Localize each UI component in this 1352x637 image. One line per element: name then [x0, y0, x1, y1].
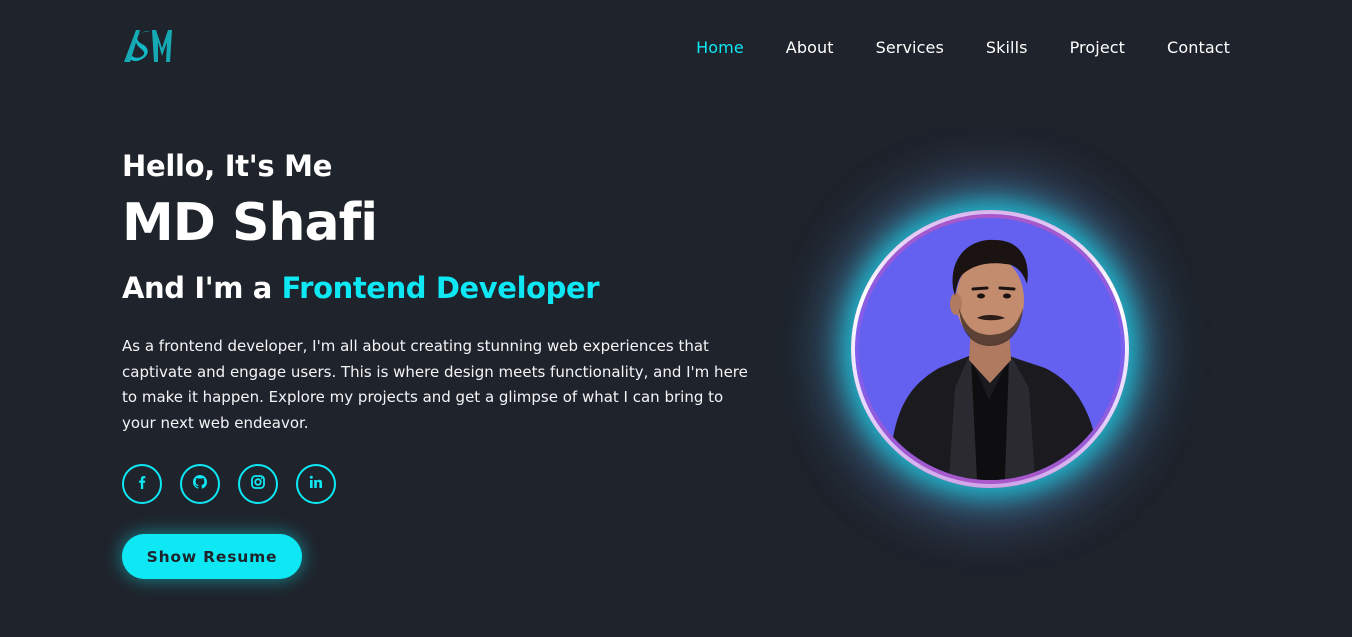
- hero-section: Hello, It's Me MD Shafi And I'm a Fronte…: [122, 146, 762, 436]
- linkedin-icon: [308, 474, 324, 494]
- linkedin-link[interactable]: [296, 464, 336, 504]
- main-nav: Home About Services Skills Project Conta…: [696, 38, 1230, 57]
- facebook-icon: [134, 474, 150, 494]
- hero-description: As a frontend developer, I'm all about c…: [122, 337, 748, 432]
- hero-name: MD Shafi: [122, 193, 378, 253]
- sm-monogram-logo[interactable]: [122, 26, 174, 66]
- nav-skills[interactable]: Skills: [986, 38, 1028, 57]
- github-link[interactable]: [180, 464, 220, 504]
- profile-image-ring: [855, 214, 1125, 484]
- hero-role-prefix: And I'm a: [122, 271, 272, 305]
- profile-image-frame: [851, 210, 1129, 488]
- nav-services[interactable]: Services: [876, 38, 944, 57]
- facebook-link[interactable]: [122, 464, 162, 504]
- nav-project[interactable]: Project: [1070, 38, 1125, 57]
- instagram-icon: [250, 474, 266, 494]
- hero-role-highlight: Frontend Developer: [281, 271, 600, 305]
- hero-role: And I'm a Frontend Developer: [122, 268, 762, 308]
- nav-home[interactable]: Home: [696, 38, 744, 57]
- github-icon: [192, 474, 208, 494]
- nav-about[interactable]: About: [786, 38, 834, 57]
- nav-contact[interactable]: Contact: [1167, 38, 1230, 57]
- profile-photo: [859, 218, 1121, 480]
- hero-greeting: Hello, It's Me: [122, 149, 333, 183]
- show-resume-button[interactable]: Show Resume: [122, 534, 302, 579]
- social-links: [122, 464, 336, 504]
- instagram-link[interactable]: [238, 464, 278, 504]
